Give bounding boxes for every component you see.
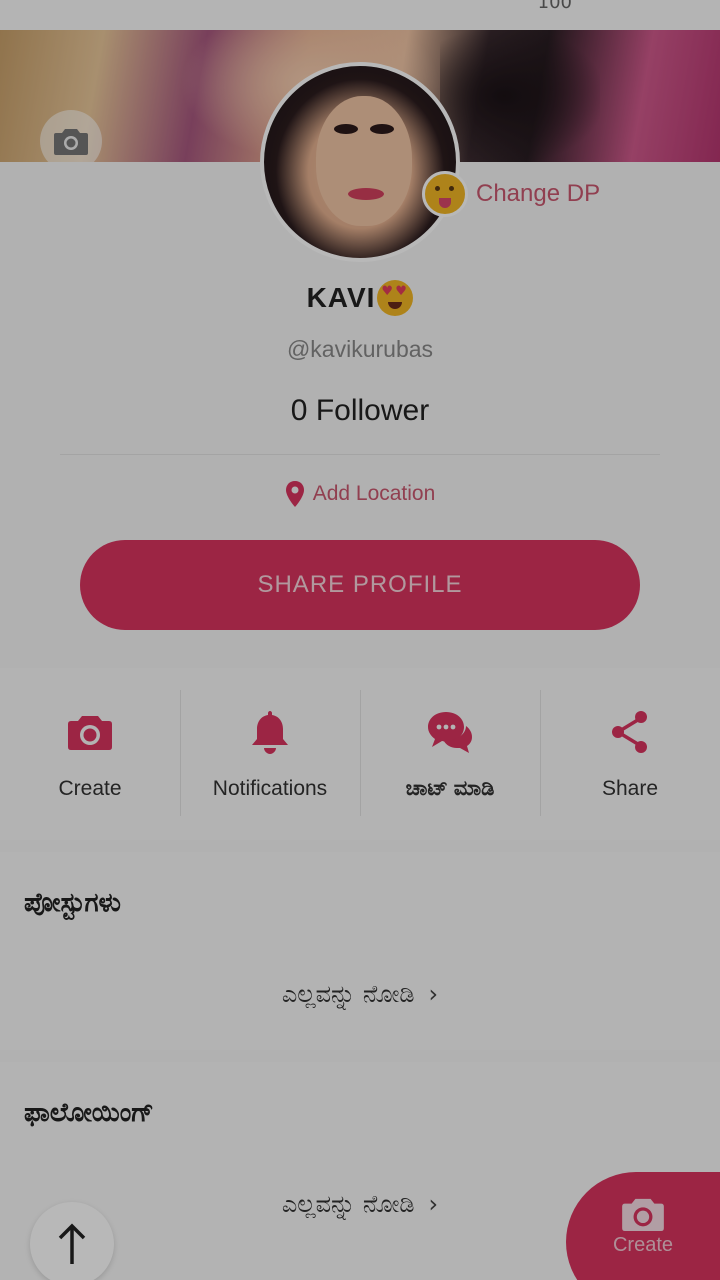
- bell-icon: [252, 711, 288, 754]
- posts-section: ಪೋಸ್ಟುಗಳು ಎಲ್ಲವನ್ನು ನೋಡಿ ›: [0, 852, 720, 1050]
- action-create-label: Create: [58, 777, 122, 800]
- profile-name: KAVI: [306, 282, 376, 313]
- camera-icon: [622, 1198, 664, 1232]
- chevron-right-icon: ›: [428, 1190, 439, 1218]
- change-cover-button[interactable]: [40, 110, 102, 162]
- share-profile-label: SHARE PROFILE: [257, 571, 463, 598]
- chat-bubbles-icon: [428, 712, 472, 753]
- create-fab-label: Create: [612, 1234, 674, 1256]
- action-chat[interactable]: ಚಾಟ್ ಮಾಡಿ: [360, 668, 540, 840]
- change-dp-button[interactable]: Change DP: [422, 166, 600, 222]
- tongue-emoji-icon: [422, 171, 468, 217]
- add-location-link[interactable]: Add Location: [0, 480, 720, 508]
- share-icon: [612, 711, 647, 753]
- change-dp-label: Change DP: [476, 180, 601, 207]
- top-count: 100: [537, 0, 572, 13]
- camera-icon: [54, 129, 88, 155]
- avatar-face: [316, 96, 412, 226]
- posts-section-title: ಪೋಸ್ಟುಗಳು: [24, 888, 121, 918]
- followers-count[interactable]: 0 Follower: [0, 394, 720, 428]
- add-location-label: Add Location: [312, 482, 436, 505]
- chevron-right-icon: ›: [428, 980, 439, 1008]
- posts-see-all-label: ಎಲ್ಲವನ್ನು ನೋಡಿ: [281, 980, 415, 1008]
- avatar-eye-right: [370, 124, 394, 134]
- action-share-label: Share: [601, 777, 659, 800]
- divider: [60, 454, 660, 455]
- location-pin-icon: [285, 481, 304, 507]
- action-notifications[interactable]: Notifications: [180, 668, 360, 840]
- profile-handle: @kavikurubas: [286, 336, 434, 362]
- quick-actions-bar: Create Notifications ಚಾಟ್ ಮಾಡಿ Share: [0, 668, 720, 840]
- arrow-up-icon: [58, 1223, 86, 1264]
- action-create[interactable]: Create: [0, 668, 180, 840]
- posts-see-all-link[interactable]: ಎಲ್ಲವನ್ನು ನೋಡಿ ›: [0, 980, 720, 1008]
- action-chat-label: ಚಾಟ್ ಮಾಡಿ: [405, 777, 495, 800]
- avatar-eye-left: [334, 124, 358, 134]
- create-fab[interactable]: Create: [566, 1172, 720, 1280]
- camera-icon: [68, 716, 112, 750]
- action-share[interactable]: Share: [540, 668, 720, 840]
- scroll-to-top-button[interactable]: [30, 1202, 114, 1280]
- top-bar: 100: [0, 0, 720, 30]
- share-profile-button[interactable]: SHARE PROFILE: [80, 540, 640, 630]
- avatar-lips: [348, 188, 384, 200]
- following-see-all-label: ಎಲ್ಲವನ್ನು ನೋಡಿ: [281, 1190, 415, 1218]
- action-notifications-label: Notifications: [212, 777, 328, 800]
- heart-eyes-emoji-icon: [377, 280, 414, 316]
- following-section-title: ಫಾಲೋಯಿಂಗ್: [24, 1098, 154, 1128]
- cover-hair: [440, 30, 600, 162]
- profile-name-row: KAVI: [0, 280, 720, 316]
- profile-avatar[interactable]: [260, 62, 460, 262]
